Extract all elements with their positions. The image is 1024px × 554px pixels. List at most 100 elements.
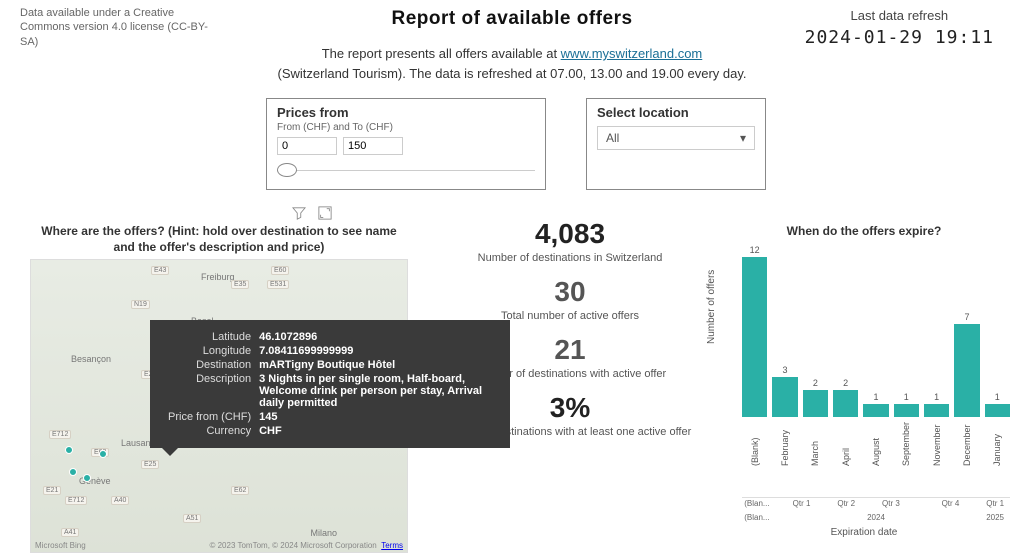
map-road: E35 bbox=[231, 280, 249, 289]
tt-desc: 3 Nights in per single room, Half-board,… bbox=[255, 372, 496, 410]
chart-group-l1: Qtr 1 bbox=[980, 497, 1010, 508]
map-road: E43 bbox=[151, 266, 169, 275]
bar[interactable]: 7 December bbox=[954, 312, 979, 466]
bar-category: November bbox=[932, 420, 942, 466]
tt-dest-label: Destination bbox=[164, 358, 255, 372]
filter-prices-sub: From (CHF) and To (CHF) bbox=[277, 122, 535, 133]
chart-ylabel: Number of offers bbox=[706, 270, 717, 344]
bar[interactable]: 1 September bbox=[894, 392, 919, 466]
tt-lon: 7.08411699999999 bbox=[255, 344, 496, 358]
filter-prices-title: Prices from bbox=[277, 105, 535, 120]
bar[interactable]: 1 August bbox=[863, 392, 888, 466]
kpi-destinations-value: 4,083 bbox=[430, 218, 710, 250]
bar[interactable]: 2 April bbox=[833, 378, 858, 466]
bar-category: September bbox=[901, 420, 911, 466]
focus-icon[interactable] bbox=[318, 206, 332, 225]
bar-rect bbox=[954, 324, 979, 417]
bar-rect bbox=[833, 390, 858, 417]
bar-value: 2 bbox=[813, 378, 818, 388]
price-to-input[interactable] bbox=[343, 137, 403, 155]
filter-icon[interactable] bbox=[292, 206, 306, 225]
map-road: E531 bbox=[267, 280, 289, 289]
bar-value: 2 bbox=[843, 378, 848, 388]
refresh-block: Last data refresh 2024-01-29 19:11 bbox=[805, 8, 994, 48]
filter-prices: Prices from From (CHF) and To (CHF) bbox=[266, 98, 546, 190]
tt-desc-label: Description bbox=[164, 372, 255, 410]
map-point[interactable] bbox=[65, 446, 73, 454]
refresh-value: 2024-01-29 19:11 bbox=[805, 27, 994, 48]
bar-rect bbox=[742, 257, 767, 417]
bar-value: 1 bbox=[873, 392, 878, 402]
chart-group-l1: Qtr 1 bbox=[772, 497, 832, 508]
bar[interactable]: 2March bbox=[803, 378, 828, 466]
filter-location: Select location All ▾ bbox=[586, 98, 766, 190]
tt-cur-label: Currency bbox=[164, 424, 255, 438]
map-road: A41 bbox=[61, 528, 79, 537]
chart-title: When do the offers expire? bbox=[714, 224, 1014, 238]
map-title: Where are the offers? (Hint: hold over d… bbox=[30, 224, 408, 255]
refresh-label: Last data refresh bbox=[805, 8, 994, 23]
license-text: Data available under a Creative Commons … bbox=[20, 6, 220, 49]
map-road: E712 bbox=[65, 496, 87, 505]
map-attribution: Microsoft Bing © 2023 TomTom, © 2024 Mic… bbox=[35, 541, 403, 550]
chart-group-l1: (Blan... bbox=[742, 497, 772, 508]
slider-knob-low[interactable] bbox=[277, 163, 297, 177]
map-road: N19 bbox=[131, 300, 150, 309]
chart-group-l2: (Blan... bbox=[742, 513, 772, 522]
map-road: E21 bbox=[43, 486, 61, 495]
tt-lat: 46.1072896 bbox=[255, 330, 496, 344]
chart-group-l1: Qtr 4 bbox=[921, 497, 981, 508]
tt-dest: mARTigny Boutique Hôtel bbox=[255, 358, 496, 372]
chart-group-l2: 2024 bbox=[772, 513, 980, 522]
tt-price-label: Price from (CHF) bbox=[164, 410, 255, 424]
subtitle-link[interactable]: www.myswitzerland.com bbox=[561, 46, 703, 61]
visual-toolbar bbox=[292, 206, 332, 225]
map-point[interactable] bbox=[69, 468, 77, 476]
map-terms-link[interactable]: Terms bbox=[381, 541, 403, 550]
filter-location-title: Select location bbox=[597, 105, 755, 120]
bar-category: April bbox=[841, 420, 851, 466]
bar-chart[interactable]: Number of offers 12(Blank)3February2Marc… bbox=[714, 244, 1014, 494]
tt-price: 145 bbox=[255, 410, 496, 424]
bar-category: December bbox=[962, 420, 972, 466]
bar-category: February bbox=[780, 420, 790, 466]
bar-rect bbox=[863, 404, 888, 417]
bar[interactable]: 3 February bbox=[772, 365, 797, 466]
bar-rect bbox=[894, 404, 919, 417]
location-dropdown[interactable]: All ▾ bbox=[597, 126, 755, 150]
bar[interactable]: 1 January bbox=[985, 392, 1010, 466]
bar-rect bbox=[772, 377, 797, 417]
bar-category: January bbox=[992, 420, 1002, 466]
map-city: Freiburg bbox=[201, 272, 235, 282]
bar-category: (Blank) bbox=[750, 420, 760, 466]
map-road: E60 bbox=[271, 266, 289, 275]
subtitle: The report presents all offers available… bbox=[278, 44, 747, 83]
bar-value: 3 bbox=[782, 365, 787, 375]
bar[interactable]: 1 November bbox=[924, 392, 949, 466]
bar-category: August bbox=[871, 420, 881, 466]
chart-group-l1: Qtr 3 bbox=[861, 497, 921, 508]
subtitle-line2: (Switzerland Tourism). The data is refre… bbox=[278, 66, 747, 81]
bar-value: 1 bbox=[904, 392, 909, 402]
chart-section: When do the offers expire? Number of off… bbox=[714, 224, 1014, 494]
map-city: Milano bbox=[310, 528, 337, 538]
bar[interactable]: 12(Blank) bbox=[742, 245, 767, 466]
bar-value: 1 bbox=[934, 392, 939, 402]
map-road: A51 bbox=[183, 514, 201, 523]
price-from-input[interactable] bbox=[277, 137, 337, 155]
kpi-destinations-label: Number of destinations in Switzerland bbox=[430, 252, 710, 264]
chevron-down-icon: ▾ bbox=[740, 131, 746, 145]
bar-value: 1 bbox=[995, 392, 1000, 402]
chart-group-l1: Qtr 2 bbox=[831, 497, 861, 508]
bar-value: 7 bbox=[964, 312, 969, 322]
price-slider[interactable] bbox=[277, 163, 535, 177]
tt-lon-label: Longitude bbox=[164, 344, 255, 358]
bar-rect bbox=[985, 404, 1010, 417]
tt-cur: CHF bbox=[255, 424, 496, 438]
chart-group-l2: 2025 bbox=[980, 513, 1010, 522]
bar-rect bbox=[803, 390, 828, 417]
location-selected: All bbox=[606, 131, 619, 145]
tt-lat-label: Latitude bbox=[164, 330, 255, 344]
map-road: E712 bbox=[49, 430, 71, 439]
chart-xlabel: Expiration date bbox=[831, 527, 898, 538]
